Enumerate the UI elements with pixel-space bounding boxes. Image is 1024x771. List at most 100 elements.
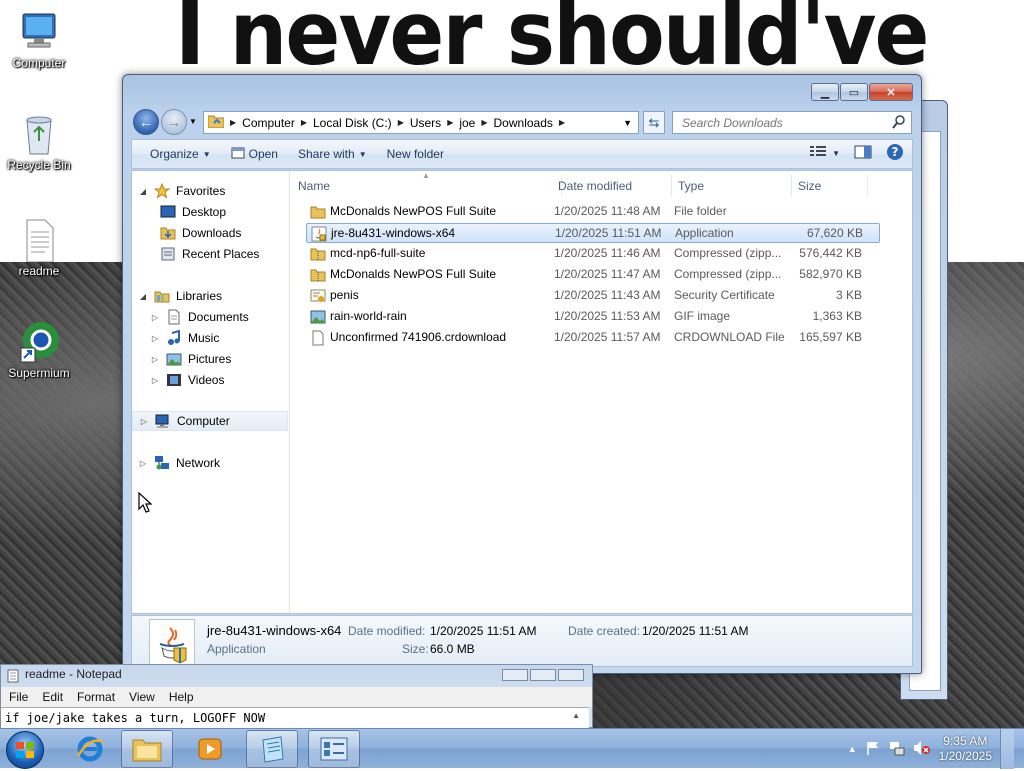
file-row[interactable]: penis 1/20/2025 11:43 AM Security Certific…: [306, 286, 880, 306]
collapsed-arrow-icon[interactable]: ▷: [150, 313, 160, 322]
show-desktop-button[interactable]: [1000, 729, 1014, 769]
refresh-button[interactable]: ⇆: [643, 111, 665, 134]
taskbar-notepad[interactable]: [246, 730, 298, 768]
nav-pictures[interactable]: ▷ Pictures: [150, 349, 231, 369]
nav-pictures-label: Pictures: [188, 352, 232, 366]
forward-button[interactable]: →: [161, 109, 187, 135]
new-folder-button[interactable]: New folder: [377, 142, 454, 166]
address-bar[interactable]: ▶ Computer ▶ Local Disk (C:) ▶ Users ▶ j…: [203, 111, 639, 134]
breadcrumb-local-disk[interactable]: Local Disk (C:): [307, 116, 398, 130]
taskbar: ▲ 9:35 AM 1/20/2025: [0, 728, 1024, 769]
action-center-flag-icon[interactable]: [865, 740, 881, 759]
nav-libraries[interactable]: ◢ Libraries: [138, 286, 222, 306]
nav-downloads[interactable]: Downloads: [160, 223, 241, 243]
file-row[interactable]: jre-8u431-windows-x64 1/20/2025 11:51 AM A…: [306, 223, 880, 243]
nav-favorites[interactable]: ◢ Favorites: [138, 181, 225, 201]
breadcrumb-downloads[interactable]: Downloads: [488, 116, 559, 130]
change-view-button[interactable]: ▼: [810, 146, 840, 161]
mouse-cursor-icon: [138, 491, 153, 517]
taskbar-windows-explorer[interactable]: [121, 730, 173, 768]
menu-edit[interactable]: Edit: [42, 690, 63, 704]
show-hidden-icons-button[interactable]: ▲: [848, 744, 857, 754]
collapsed-arrow-icon[interactable]: ▷: [150, 376, 160, 385]
explorer-window[interactable]: ▁ ▭ ✕ ← → ▼ ▶ Computer ▶ Local Disk (C:)…: [122, 74, 922, 674]
search-input[interactable]: [680, 114, 880, 131]
notepad-window[interactable]: readme - Notepad File Edit Format View H…: [0, 664, 593, 729]
menu-format[interactable]: Format: [77, 690, 115, 704]
taskbar-internet-explorer[interactable]: [64, 730, 116, 768]
maximize-button[interactable]: ▭: [840, 83, 868, 101]
nav-downloads-label: Downloads: [182, 226, 242, 240]
file-row[interactable]: mcd-np6-full-suite 1/20/2025 11:46 AM Comp…: [306, 244, 880, 264]
details-file-type: Application: [207, 642, 266, 656]
file-row[interactable]: Unconfirmed 741906.crdownload 1/20/2025 1…: [306, 328, 880, 348]
breadcrumb-users[interactable]: Users: [404, 116, 447, 130]
share-with-button[interactable]: Share with ▼: [288, 142, 377, 166]
file-name: penis: [330, 288, 359, 302]
chevron-down-icon: ▼: [832, 149, 840, 158]
nav-videos[interactable]: ▷ Videos: [150, 370, 225, 390]
file-size: 67,620 KB: [806, 226, 863, 240]
nav-recent-places[interactable]: Recent Places: [160, 244, 259, 264]
nav-desktop-label: Desktop: [182, 205, 227, 219]
file-row[interactable]: rain-world-rain 1/20/2025 11:53 AM GIF ima…: [306, 307, 880, 327]
collapsed-arrow-icon[interactable]: ▷: [138, 459, 148, 468]
column-header-name[interactable]: Name ▲: [292, 171, 562, 197]
file-name: McDonalds NewPOS Full Suite: [330, 267, 497, 281]
menu-help[interactable]: Help: [169, 690, 194, 704]
desktop-icon-readme[interactable]: readme: [0, 218, 78, 278]
downloads-folder-icon: [160, 225, 176, 241]
preview-pane-button[interactable]: [854, 145, 872, 162]
nav-music[interactable]: ▷ Music: [150, 328, 219, 348]
menu-file[interactable]: File: [9, 690, 28, 704]
nav-documents[interactable]: ▷ Documents: [150, 307, 249, 327]
collapsed-arrow-icon[interactable]: ▷: [150, 334, 160, 343]
close-button[interactable]: ✕: [869, 83, 913, 101]
expand-arrow-icon[interactable]: ◢: [138, 187, 148, 196]
collapsed-arrow-icon[interactable]: ▷: [150, 355, 160, 364]
nav-documents-label: Documents: [188, 310, 249, 324]
column-header-type[interactable]: Type: [672, 175, 792, 197]
search-icon[interactable]: [892, 115, 906, 132]
back-button[interactable]: ←: [133, 109, 159, 135]
breadcrumb-computer[interactable]: Computer: [236, 116, 301, 130]
notepad-text-area[interactable]: if joe/jake takes a turn, LOGOFF NOW: [1, 707, 589, 729]
breadcrumb-separator-icon[interactable]: ▶: [559, 118, 565, 127]
notepad-minimize-button[interactable]: [502, 669, 528, 681]
recent-places-icon: [160, 246, 176, 262]
nav-desktop[interactable]: Desktop: [160, 202, 226, 222]
nav-network[interactable]: ▷ Network: [138, 453, 220, 473]
minimize-button[interactable]: ▁: [811, 83, 839, 101]
expand-arrow-icon[interactable]: ◢: [138, 292, 148, 301]
taskbar-media-player[interactable]: [184, 730, 236, 768]
system-clock[interactable]: 9:35 AM 1/20/2025: [939, 734, 992, 764]
network-status-icon[interactable]: [889, 740, 905, 759]
nav-recent-places-label: Recent Places: [182, 247, 260, 261]
recent-pages-dropdown[interactable]: ▼: [189, 117, 197, 126]
notepad-maximize-button[interactable]: [530, 669, 556, 681]
notepad-title: readme - Notepad: [25, 667, 122, 681]
scroll-up-icon[interactable]: ▲: [572, 711, 580, 720]
nav-computer[interactable]: ▷ Computer: [132, 411, 288, 431]
collapsed-arrow-icon[interactable]: ▷: [139, 417, 149, 426]
folder-icon: [310, 204, 326, 223]
address-dropdown-icon[interactable]: ▼: [623, 118, 632, 128]
file-row[interactable]: McDonalds NewPOS Full Suite 1/20/2025 11:…: [306, 202, 880, 222]
desktop-icon-recycle-bin[interactable]: Recycle Bin: [0, 112, 78, 172]
file-row[interactable]: McDonalds NewPOS Full Suite 1/20/2025 11:…: [306, 265, 880, 285]
network-icon: [154, 455, 170, 471]
organize-button[interactable]: Organize ▼: [140, 142, 221, 166]
taskbar-control-panel[interactable]: [308, 730, 360, 768]
column-header-date[interactable]: Date modified: [552, 175, 672, 197]
help-button[interactable]: ?: [886, 143, 904, 164]
desktop-icon-computer[interactable]: Computer: [0, 10, 78, 70]
notepad-close-button[interactable]: [558, 669, 584, 681]
column-header-size[interactable]: Size: [792, 175, 868, 197]
search-box[interactable]: [672, 111, 912, 134]
menu-view[interactable]: View: [129, 690, 155, 704]
start-button[interactable]: [6, 731, 44, 769]
open-button[interactable]: Open: [221, 142, 288, 166]
breadcrumb-joe[interactable]: joe: [453, 116, 481, 130]
desktop-icon-supermium[interactable]: Supermium: [0, 320, 78, 380]
volume-muted-icon[interactable]: [913, 740, 931, 759]
